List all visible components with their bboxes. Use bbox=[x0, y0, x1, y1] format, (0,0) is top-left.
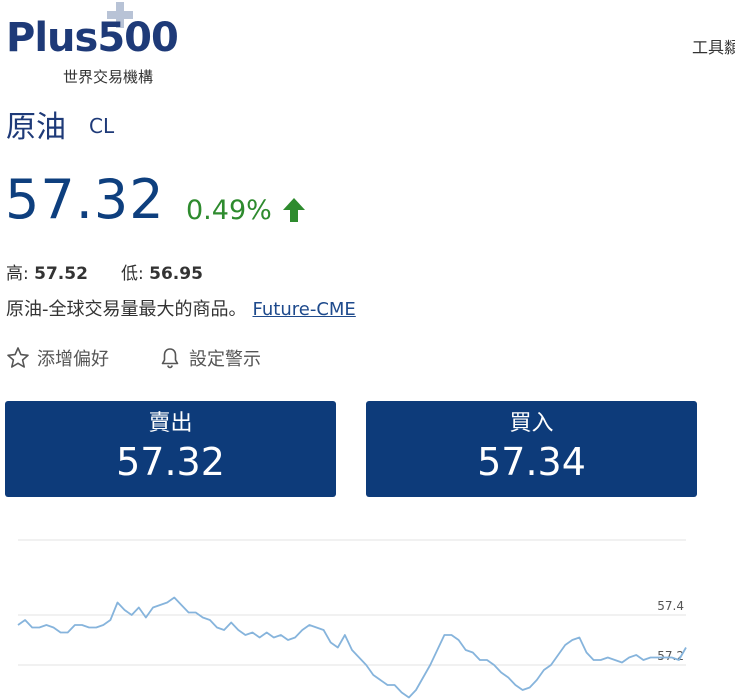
current-price: 57.32 bbox=[5, 168, 165, 231]
logo-wordmark: Plus500 bbox=[6, 15, 179, 61]
up-arrow-icon bbox=[283, 198, 305, 222]
price-chart: 57.4 57.2 bbox=[17, 539, 687, 699]
high-label: 高: bbox=[6, 264, 29, 284]
buy-label: 買入 bbox=[509, 411, 554, 436]
sell-button[interactable]: 賣出 57.32 bbox=[5, 401, 336, 497]
set-alert-label: 設定警示 bbox=[189, 349, 261, 370]
chart-y-tick-label: 57.2 bbox=[657, 649, 684, 663]
instrument-description: 原油-全球交易量最大的商品。 bbox=[6, 299, 247, 320]
instrument-name: 原油 bbox=[6, 110, 66, 145]
chart-y-tick-label: 57.4 bbox=[657, 599, 684, 613]
high-value: 57.52 bbox=[34, 264, 88, 284]
sell-price: 57.32 bbox=[116, 440, 225, 484]
star-icon bbox=[7, 347, 29, 368]
add-favorite-label: 添增偏好 bbox=[37, 349, 109, 370]
instrument-description-row: 原油-全球交易量最大的商品。 Future-CME bbox=[6, 295, 356, 321]
buy-button[interactable]: 買入 57.34 bbox=[366, 401, 697, 497]
instrument-symbol: CL bbox=[89, 114, 115, 138]
price-change: 0.49% bbox=[186, 195, 272, 226]
sell-label: 賣出 bbox=[148, 411, 193, 436]
high-stat: 高: 57.52 bbox=[6, 259, 88, 284]
tools-menu-link[interactable]: 工具纇 bbox=[692, 34, 735, 58]
bell-icon bbox=[161, 348, 179, 369]
add-favorite-button[interactable]: 添增偏好 bbox=[6, 345, 109, 371]
plus500-logo[interactable]: Plus500 世界交易機構 bbox=[6, 2, 228, 86]
low-value: 56.95 bbox=[149, 264, 203, 284]
buy-price: 57.34 bbox=[477, 440, 586, 484]
exchange-link[interactable]: Future-CME bbox=[253, 299, 356, 320]
low-label: 低: bbox=[121, 264, 144, 284]
set-alert-button[interactable]: 設定警示 bbox=[158, 345, 261, 371]
chart-price-line bbox=[17, 596, 687, 699]
logo-subtitle: 世界交易機構 bbox=[63, 68, 154, 86]
low-stat: 低: 56.95 bbox=[121, 259, 203, 284]
